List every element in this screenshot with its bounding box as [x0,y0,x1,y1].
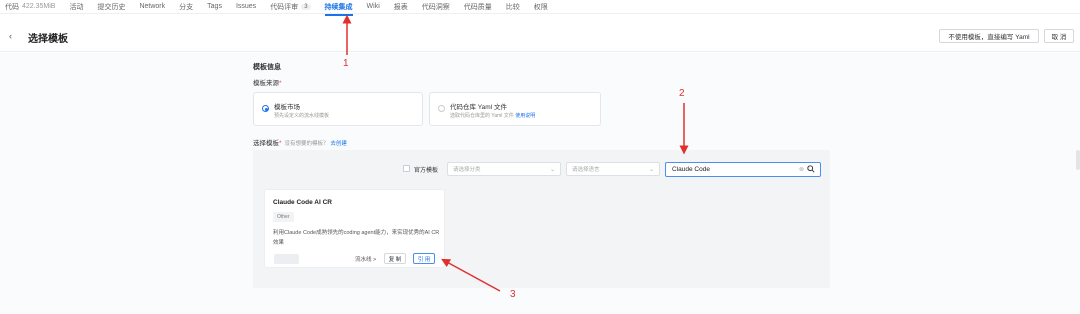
annotation-arrows [342,14,689,292]
annotation-number-2: 2 [679,88,685,99]
scrollbar[interactable] [1076,150,1080,170]
arrow-3 [441,258,501,292]
annotation-number-3: 3 [510,289,516,300]
annotation-number-1: 1 [343,58,349,69]
